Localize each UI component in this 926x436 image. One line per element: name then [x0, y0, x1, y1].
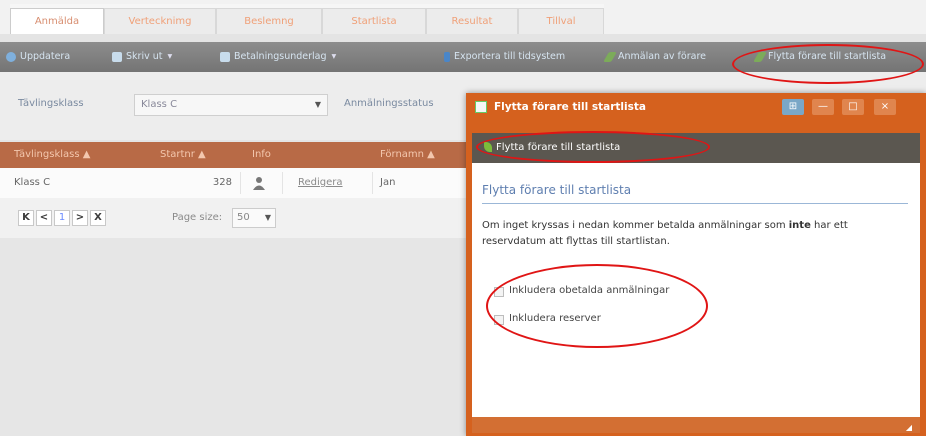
tab-tillval[interactable]: Tillval	[518, 8, 604, 34]
empty-area	[0, 238, 466, 436]
tab-verteckning[interactable]: Vertecknimg	[104, 8, 216, 34]
current-page[interactable]: 1	[54, 210, 70, 226]
refresh-label: Uppdatera	[20, 51, 71, 62]
signup-button[interactable]: Anmälan av förare	[603, 42, 706, 72]
last-page-button[interactable]: X	[90, 210, 106, 226]
edit-link[interactable]: Redigera	[298, 168, 343, 198]
chevron-down-icon: ▾	[331, 51, 337, 62]
dialog-subtitle: Flytta förare till startlista	[496, 142, 621, 153]
maximize-icon[interactable]: □	[842, 99, 864, 115]
leaf-icon	[753, 51, 767, 62]
leaf-icon	[484, 142, 492, 152]
prev-page-button[interactable]: <	[36, 210, 52, 226]
include-reserves-label: Inkludera reserver	[509, 313, 601, 324]
class-select[interactable]: Klass C ▼	[134, 94, 328, 116]
include-unpaid-checkbox[interactable]	[494, 287, 504, 297]
person-icon	[252, 168, 266, 198]
chevron-down-icon: ▾	[167, 51, 173, 62]
chevron-down-icon: ▼	[264, 213, 271, 222]
minimize-icon[interactable]: —	[812, 99, 834, 115]
signup-label: Anmälan av förare	[618, 51, 706, 62]
cell-startnr: 328	[212, 177, 232, 188]
col-startnr[interactable]: Startnr ▲	[160, 142, 206, 168]
tab-besiktning[interactable]: Beslemng	[216, 8, 322, 34]
tab-anmalda[interactable]: Anmälda	[10, 8, 104, 34]
status-label: Anmälningsstatus	[344, 98, 434, 109]
cell-firstname: Jan	[380, 177, 396, 188]
leaf-icon	[603, 51, 617, 62]
move-to-startlist-button[interactable]: Flytta förare till startlista	[753, 42, 887, 72]
move-to-startlist-dialog: Flytta förare till startlista ⊞ — □ × Fl…	[466, 93, 926, 436]
next-page-button[interactable]: >	[72, 210, 88, 226]
divider	[282, 172, 283, 194]
refresh-icon	[6, 51, 16, 62]
pin-icon[interactable]: ⊞	[782, 99, 804, 115]
resize-grip-icon[interactable]: ◢	[906, 423, 912, 432]
export-button[interactable]: Exportera till tidsystem	[444, 42, 565, 72]
toolbar: Uppdatera Skriv ut ▾ Betalningsunderlag ▾ …	[0, 42, 926, 72]
dialog-heading: Flytta förare till startlista	[482, 183, 632, 197]
print-button[interactable]: Skriv ut ▾	[112, 42, 172, 72]
tab-bar: Anmälda Vertecknimg Beslemng Startlista …	[0, 0, 926, 34]
document-icon	[220, 51, 230, 62]
export-icon	[444, 51, 450, 62]
printer-icon	[112, 51, 122, 62]
dialog-footer: ◢	[472, 417, 920, 433]
divider	[240, 172, 241, 194]
move-label: Flytta förare till startlista	[768, 51, 887, 62]
payment-button[interactable]: Betalningsunderlag ▾	[220, 42, 336, 72]
include-unpaid-label: Inkludera obetalda anmälningar	[509, 285, 670, 296]
tab-resultat[interactable]: Resultat	[426, 8, 518, 34]
export-label: Exportera till tidsystem	[454, 51, 566, 62]
description-text: Om inget kryssas i nedan kommer betalda …	[482, 220, 789, 231]
dialog-subtitle-bar: Flytta förare till startlista	[472, 133, 920, 163]
class-select-value: Klass C	[141, 99, 178, 110]
col-firstname[interactable]: Förnamn ▲	[380, 142, 435, 168]
table-row[interactable]: Klass C 328 Redigera Jan	[0, 168, 466, 199]
include-reserves-checkbox[interactable]	[494, 315, 504, 325]
page-size-value: 50	[237, 212, 250, 223]
tab-startlista[interactable]: Startlista	[322, 8, 426, 34]
divider	[482, 203, 908, 204]
payment-label: Betalningsunderlag	[234, 51, 327, 62]
print-label: Skriv ut	[126, 51, 163, 62]
dialog-title: Flytta förare till startlista	[494, 101, 646, 113]
close-icon[interactable]: ×	[874, 99, 896, 115]
dialog-body: Flytta förare till startlista Om inget k…	[472, 163, 920, 417]
description-bold: inte	[788, 220, 811, 231]
first-page-button[interactable]: K	[18, 210, 34, 226]
refresh-button[interactable]: Uppdatera	[6, 42, 70, 72]
col-class[interactable]: Tävlingsklass ▲	[14, 142, 90, 168]
class-label: Tävlingsklass	[18, 98, 84, 109]
col-info[interactable]: Info	[252, 142, 271, 168]
grid-header: Tävlingsklass ▲ Startnr ▲ Info Förnamn ▲	[0, 142, 466, 168]
chevron-down-icon: ▼	[314, 100, 321, 109]
page-size-select[interactable]: 50 ▼	[232, 208, 276, 228]
page-size-label: Page size:	[172, 212, 223, 223]
dialog-description: Om inget kryssas i nedan kommer betalda …	[482, 218, 910, 250]
window-icon	[475, 101, 487, 113]
divider	[372, 172, 373, 194]
cell-class: Klass C	[14, 177, 51, 188]
pager: K < 1 > X Page size: 50 ▼	[0, 198, 466, 238]
